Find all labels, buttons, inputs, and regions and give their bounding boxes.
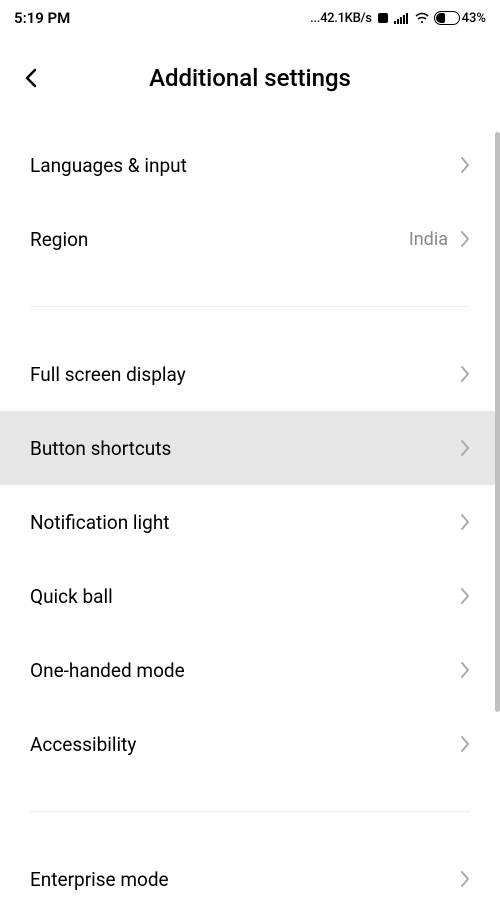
battery-indicator: 43% — [434, 11, 486, 26]
item-label: Notification light — [30, 511, 170, 534]
item-label: Button shortcuts — [30, 437, 171, 460]
back-button[interactable] — [12, 58, 52, 98]
battery-percent: 43% — [462, 11, 486, 26]
item-full-screen-display[interactable]: Full screen display — [0, 337, 500, 411]
divider — [30, 811, 470, 812]
chevron-right-icon — [460, 870, 470, 888]
item-label: Languages & input — [30, 154, 187, 177]
status-time: 5:19 PM — [14, 9, 70, 27]
chevron-right-icon — [460, 230, 470, 248]
status-network-speed: ...42.1KB/s — [310, 11, 372, 26]
item-label: Enterprise mode — [30, 868, 169, 891]
page-title: Additional settings — [149, 64, 351, 92]
item-one-handed-mode[interactable]: One-handed mode — [0, 633, 500, 707]
item-label: Full screen display — [30, 363, 186, 386]
item-label: Region — [30, 228, 88, 251]
battery-icon — [434, 11, 460, 25]
sim-icon — [376, 11, 390, 25]
chevron-right-icon — [460, 735, 470, 753]
chevron-right-icon — [460, 156, 470, 174]
item-label: One-handed mode — [30, 659, 185, 682]
chevron-right-icon — [460, 513, 470, 531]
item-quick-ball[interactable]: Quick ball — [0, 559, 500, 633]
signal-icon — [394, 12, 410, 24]
item-button-shortcuts[interactable]: Button shortcuts — [0, 411, 500, 485]
item-region[interactable]: Region India — [0, 202, 500, 276]
chevron-right-icon — [460, 661, 470, 679]
chevron-right-icon — [460, 587, 470, 605]
chevron-right-icon — [460, 365, 470, 383]
scrollbar[interactable] — [495, 132, 500, 712]
wifi-icon — [414, 12, 430, 24]
item-enterprise-mode[interactable]: Enterprise mode — [0, 842, 500, 916]
chevron-right-icon — [460, 439, 470, 457]
item-label: Quick ball — [30, 585, 113, 608]
status-bar: 5:19 PM ...42.1KB/s 43 — [0, 0, 500, 36]
chevron-left-icon — [22, 68, 42, 88]
item-label: Accessibility — [30, 733, 136, 756]
item-languages-input[interactable]: Languages & input — [0, 128, 500, 202]
header: Additional settings — [0, 36, 500, 128]
item-notification-light[interactable]: Notification light — [0, 485, 500, 559]
item-accessibility[interactable]: Accessibility — [0, 707, 500, 781]
divider — [30, 306, 470, 307]
settings-list: Languages & input Region India Full scre… — [0, 128, 500, 916]
item-value: India — [409, 229, 448, 250]
status-right: ...42.1KB/s 43% — [310, 11, 486, 26]
